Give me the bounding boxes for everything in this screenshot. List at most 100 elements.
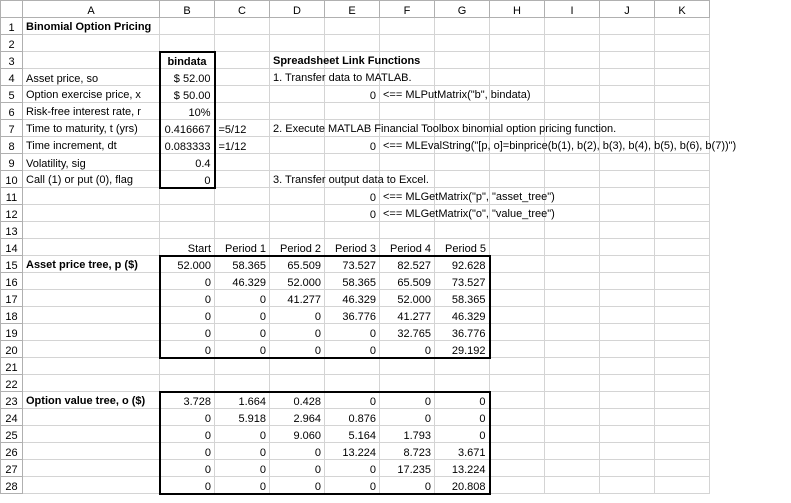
- row-header[interactable]: 5: [1, 86, 23, 103]
- value-cell[interactable]: $ 52.00: [160, 69, 215, 86]
- return-cell[interactable]: 0: [325, 188, 380, 205]
- row-header[interactable]: 10: [1, 171, 23, 188]
- data-cell[interactable]: 0: [325, 477, 380, 494]
- data-cell[interactable]: 8.723: [380, 443, 435, 460]
- step-cell[interactable]: 2. Execute MATLAB Financial Toolbox bino…: [270, 120, 325, 137]
- row-header[interactable]: 24: [1, 409, 23, 426]
- data-cell[interactable]: 46.329: [435, 307, 490, 324]
- label-cell[interactable]: Risk-free interest rate, r: [23, 103, 160, 120]
- value-cell[interactable]: 10%: [160, 103, 215, 120]
- price-tree-label[interactable]: Asset price tree, p ($): [23, 256, 160, 273]
- data-cell[interactable]: 0: [215, 460, 270, 477]
- row-header[interactable]: 23: [1, 392, 23, 409]
- data-cell[interactable]: 0: [270, 460, 325, 477]
- data-cell[interactable]: 73.527: [435, 273, 490, 290]
- data-cell[interactable]: 0: [215, 477, 270, 494]
- col-header[interactable]: G: [435, 1, 490, 18]
- step-cell[interactable]: 1. Transfer data to MATLAB.: [270, 69, 325, 86]
- label-cell[interactable]: Time increment, dt: [23, 137, 160, 154]
- value-cell[interactable]: 0.4: [160, 154, 215, 171]
- label-cell[interactable]: Call (1) or put (0), flag: [23, 171, 160, 188]
- data-cell[interactable]: 41.277: [380, 307, 435, 324]
- col-header[interactable]: B: [160, 1, 215, 18]
- bindata-header[interactable]: bindata: [160, 52, 215, 69]
- data-cell[interactable]: 0: [160, 426, 215, 443]
- data-cell[interactable]: 0: [325, 460, 380, 477]
- data-cell[interactable]: 82.527: [380, 256, 435, 273]
- data-cell[interactable]: 0: [380, 341, 435, 358]
- data-cell[interactable]: 46.329: [215, 273, 270, 290]
- col-header[interactable]: J: [600, 1, 655, 18]
- data-cell[interactable]: 92.628: [435, 256, 490, 273]
- data-cell[interactable]: 0: [270, 477, 325, 494]
- row-header[interactable]: 18: [1, 307, 23, 324]
- data-cell[interactable]: 0: [270, 341, 325, 358]
- row-header[interactable]: 27: [1, 460, 23, 477]
- period-header[interactable]: Period 4: [380, 239, 435, 256]
- row-header[interactable]: 4: [1, 69, 23, 86]
- period-header[interactable]: Period 3: [325, 239, 380, 256]
- data-cell[interactable]: 0: [380, 477, 435, 494]
- data-cell[interactable]: 36.776: [435, 324, 490, 341]
- label-cell[interactable]: Asset price, so: [23, 69, 160, 86]
- data-cell[interactable]: 0.876: [325, 409, 380, 426]
- code-cell[interactable]: <== MLGetMatrix("o", "value_tree"): [380, 205, 435, 222]
- row-header[interactable]: 21: [1, 358, 23, 375]
- value-cell[interactable]: 0.083333: [160, 137, 215, 154]
- data-cell[interactable]: 0: [380, 392, 435, 409]
- data-cell[interactable]: 0: [160, 460, 215, 477]
- formula-cell[interactable]: =1/12: [215, 137, 270, 154]
- col-header[interactable]: H: [490, 1, 545, 18]
- col-header[interactable]: D: [270, 1, 325, 18]
- row-header[interactable]: 9: [1, 154, 23, 171]
- data-cell[interactable]: 0: [215, 443, 270, 460]
- data-cell[interactable]: 5.918: [215, 409, 270, 426]
- data-cell[interactable]: 73.527: [325, 256, 380, 273]
- period-header[interactable]: Period 2: [270, 239, 325, 256]
- code-cell[interactable]: <== MLGetMatrix("p", "asset_tree"): [380, 188, 435, 205]
- data-cell[interactable]: 0: [325, 324, 380, 341]
- formula-cell[interactable]: =5/12: [215, 120, 270, 137]
- data-cell[interactable]: 29.192: [435, 341, 490, 358]
- row-header[interactable]: 20: [1, 341, 23, 358]
- data-cell[interactable]: 0: [435, 392, 490, 409]
- data-cell[interactable]: 58.365: [325, 273, 380, 290]
- data-cell[interactable]: 1.664: [215, 392, 270, 409]
- data-cell[interactable]: 0: [160, 443, 215, 460]
- data-cell[interactable]: 3.728: [160, 392, 215, 409]
- value-cell[interactable]: 0.416667: [160, 120, 215, 137]
- row-header[interactable]: 19: [1, 324, 23, 341]
- row-header[interactable]: 13: [1, 222, 23, 239]
- label-cell[interactable]: Volatility, sig: [23, 154, 160, 171]
- return-cell[interactable]: 0: [325, 137, 380, 154]
- col-header[interactable]: F: [380, 1, 435, 18]
- period-header[interactable]: Period 1: [215, 239, 270, 256]
- row-header[interactable]: 1: [1, 18, 23, 35]
- row-header[interactable]: 14: [1, 239, 23, 256]
- title-cell[interactable]: Binomial Option Pricing: [23, 18, 160, 35]
- row-header[interactable]: 22: [1, 375, 23, 392]
- row-header[interactable]: 12: [1, 205, 23, 222]
- period-header[interactable]: Period 5: [435, 239, 490, 256]
- data-cell[interactable]: 0: [160, 409, 215, 426]
- data-cell[interactable]: 0: [270, 307, 325, 324]
- data-cell[interactable]: 65.509: [270, 256, 325, 273]
- col-header[interactable]: I: [545, 1, 600, 18]
- data-cell[interactable]: 5.164: [325, 426, 380, 443]
- row-header[interactable]: 26: [1, 443, 23, 460]
- data-cell[interactable]: 0: [160, 324, 215, 341]
- data-cell[interactable]: 9.060: [270, 426, 325, 443]
- data-cell[interactable]: 0: [160, 290, 215, 307]
- code-cell[interactable]: <== MLEvalString("[p, o]=binprice(b(1), …: [380, 137, 435, 154]
- data-cell[interactable]: 0: [215, 341, 270, 358]
- data-cell[interactable]: 0: [380, 409, 435, 426]
- data-cell[interactable]: 58.365: [435, 290, 490, 307]
- value-tree-label[interactable]: Option value tree, o ($): [23, 392, 160, 409]
- data-cell[interactable]: 0: [270, 324, 325, 341]
- data-cell[interactable]: 32.765: [380, 324, 435, 341]
- data-cell[interactable]: 0: [270, 443, 325, 460]
- data-cell[interactable]: 17.235: [380, 460, 435, 477]
- row-header[interactable]: 7: [1, 120, 23, 137]
- label-cell[interactable]: Time to maturity, t (yrs): [23, 120, 160, 137]
- data-cell[interactable]: 0: [160, 341, 215, 358]
